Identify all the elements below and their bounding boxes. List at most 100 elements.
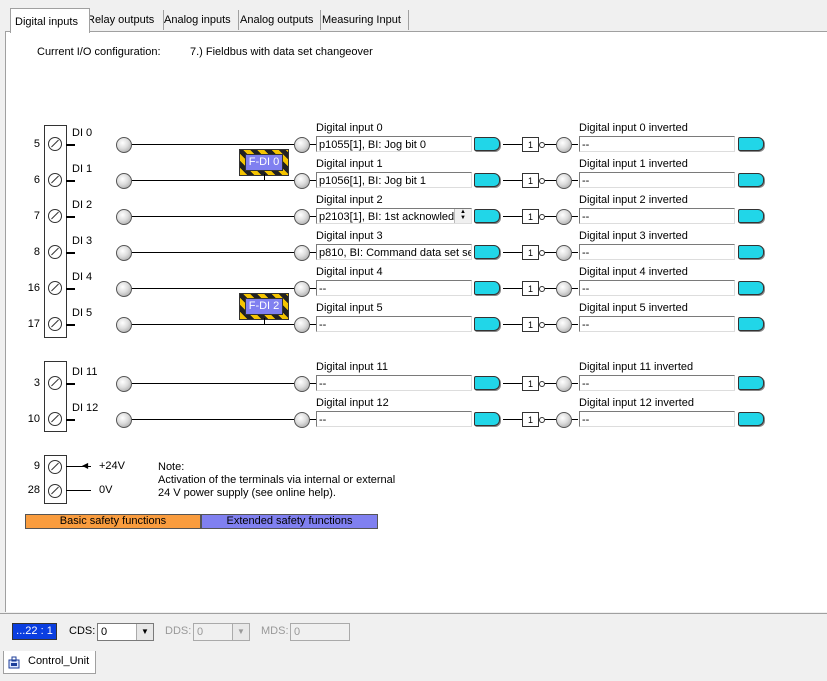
terminal-circle [48, 484, 62, 498]
connector-button[interactable] [738, 412, 764, 426]
digital-input-connection-field[interactable]: -- [316, 316, 472, 332]
digital-input-name: Digital input 11 [316, 361, 388, 373]
signal-line [132, 216, 294, 217]
tab-digital-inputs[interactable]: Digital inputs [10, 8, 90, 33]
connector-button[interactable] [474, 245, 500, 259]
connector-button[interactable] [738, 281, 764, 295]
digital-input-connection-field[interactable]: -- [316, 411, 472, 427]
terminal-circle[interactable] [48, 376, 62, 390]
connector-button[interactable] [738, 137, 764, 151]
digital-input-inverted-field[interactable]: -- [579, 244, 735, 260]
digital-input-connection-field[interactable]: p810, BI: Command data set sele [316, 244, 472, 260]
digital-input-inverted-field[interactable]: -- [579, 172, 735, 188]
terminal-circle[interactable] [48, 245, 62, 259]
digital-input-inverted-name: Digital input 0 inverted [579, 122, 688, 134]
connector-button[interactable] [474, 137, 500, 151]
digital-input-name: Digital input 4 [316, 266, 383, 278]
terminal-circle[interactable] [48, 137, 62, 151]
digital-input-inverted-name: Digital input 5 inverted [579, 302, 688, 314]
connector-button[interactable] [474, 173, 500, 187]
arrow-left-icon: ◀ [82, 461, 89, 470]
terminal-circle[interactable] [48, 281, 62, 295]
connector-button[interactable] [474, 317, 500, 331]
inverted-state-led [556, 173, 572, 189]
signal-line [572, 252, 578, 253]
digital-input-connection-field[interactable]: p1055[1], BI: Jog bit 0 [316, 136, 472, 152]
terminal-state-led [116, 412, 132, 428]
digital-input-inverted-name: Digital input 1 inverted [579, 158, 688, 170]
connector-button[interactable] [738, 317, 764, 331]
digital-input-inverted-field[interactable]: -- [579, 136, 735, 152]
cds-select[interactable]: 0 ▼ [97, 623, 154, 641]
pin-number: 8 [33, 246, 40, 258]
input-state-led [294, 317, 310, 333]
digital-input-connection-field[interactable]: -- [316, 375, 472, 391]
tab-relay-outputs[interactable]: Relay outputs [83, 10, 164, 30]
signal-line [545, 144, 556, 145]
terminal-state-led [116, 173, 132, 189]
tab-measuring-input[interactable]: Measuring Input [318, 10, 409, 30]
digital-input-inverted-field[interactable]: -- [579, 208, 735, 224]
terminal-circle[interactable] [48, 412, 62, 426]
control-unit-icon [8, 656, 20, 669]
tab-analog-outputs[interactable]: Analog outputs [236, 10, 321, 30]
signal-line [572, 324, 578, 325]
input-state-led [294, 245, 310, 261]
connector-button[interactable] [738, 173, 764, 187]
chevron-down-icon[interactable]: ▼ [136, 624, 153, 640]
signal-line [503, 324, 522, 325]
terminal-block-upper [44, 125, 67, 338]
signal-line [132, 252, 294, 253]
terminal-stub [66, 288, 75, 290]
digital-input-name: Digital input 3 [316, 230, 383, 242]
tab-control-unit-label: Control_Unit [28, 655, 90, 667]
connector-button[interactable] [738, 209, 764, 223]
digital-input-name: Digital input 12 [316, 397, 389, 409]
terminal-state-led [116, 281, 132, 297]
signal-line [572, 288, 578, 289]
inverted-state-led [556, 412, 572, 428]
pin-number: 28 [27, 484, 40, 496]
pin-number: 5 [33, 138, 40, 150]
inverter-block: 1 [522, 245, 539, 260]
f-di-0-block[interactable]: F-DI 0 [239, 149, 289, 176]
terminal-circle[interactable] [48, 209, 62, 223]
inverter-block: 1 [522, 376, 539, 391]
pin-number: 16 [27, 282, 40, 294]
inverter-dot [539, 250, 545, 256]
di-label: DI 1 [72, 163, 93, 175]
digital-input-inverted-field[interactable]: -- [579, 411, 735, 427]
digital-input-inverted-name: Digital input 4 inverted [579, 266, 688, 278]
power-line-0v [66, 490, 91, 491]
digital-input-inverted-name: Digital input 3 inverted [579, 230, 688, 242]
digital-input-connection-field[interactable]: p2103[1], BI: 1st acknowledge [316, 208, 472, 224]
signal-line [572, 383, 578, 384]
digital-input-inverted-field[interactable]: -- [579, 280, 735, 296]
spin-arrows-icon[interactable]: ▲ ▼ [454, 209, 471, 223]
digital-input-connection-field[interactable]: p1056[1], BI: Jog bit 1 [316, 172, 472, 188]
chevron-down-icon: ▼ [232, 624, 249, 640]
connector-button[interactable] [474, 281, 500, 295]
terminal-state-led [116, 137, 132, 153]
connector-button[interactable] [474, 376, 500, 390]
tab-control-unit[interactable]: Control_Unit [3, 651, 96, 674]
inverter-block: 1 [522, 173, 539, 188]
signal-line [545, 324, 556, 325]
connector-button[interactable] [738, 376, 764, 390]
f-di-2-block[interactable]: F-DI 2 [239, 293, 289, 320]
digital-input-inverted-field[interactable]: -- [579, 375, 735, 391]
terminal-state-led [116, 376, 132, 392]
digital-input-inverted-field[interactable]: -- [579, 316, 735, 332]
tab-analog-inputs[interactable]: Analog inputs [160, 10, 239, 30]
terminal-state-led [116, 209, 132, 225]
device-indicator[interactable]: ...22 : 1 [12, 623, 57, 640]
digital-input-connection-field[interactable]: -- [316, 280, 472, 296]
signal-line [572, 216, 578, 217]
terminal-stub [66, 180, 75, 182]
terminal-circle[interactable] [48, 173, 62, 187]
connector-button[interactable] [738, 245, 764, 259]
signal-line [572, 180, 578, 181]
terminal-circle[interactable] [48, 317, 62, 331]
connector-button[interactable] [474, 412, 500, 426]
connector-button[interactable] [474, 209, 500, 223]
